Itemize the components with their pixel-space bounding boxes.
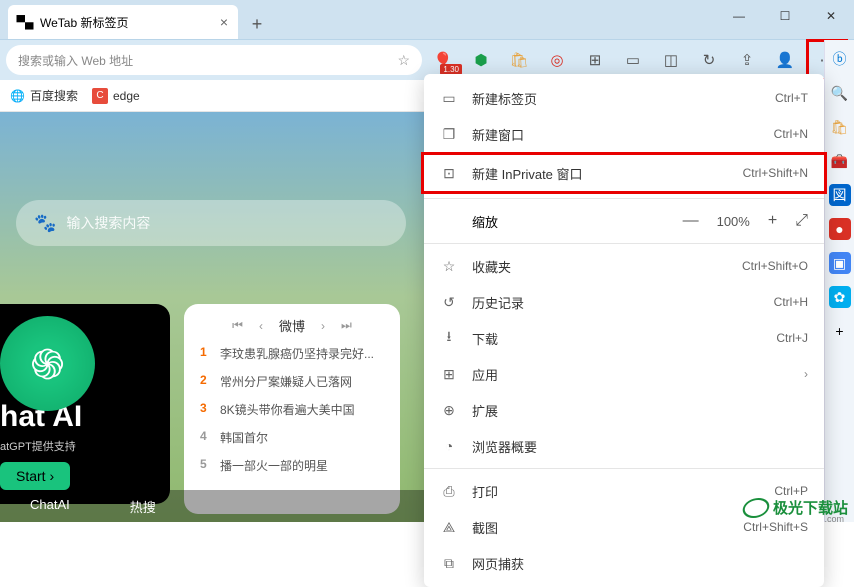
split-icon[interactable]: ◫ <box>654 43 688 77</box>
menu-separator <box>424 198 824 199</box>
puzzle-icon: ⊕ <box>440 401 458 419</box>
shop-icon[interactable]: 🛍 <box>829 116 851 138</box>
apps-icon: ⊞ <box>440 365 458 383</box>
list-item[interactable]: 1李玟患乳腺癌仍坚持录完好... <box>200 345 384 362</box>
close-window-button[interactable]: ✕ <box>808 0 854 32</box>
prev-icon[interactable]: ⏮ <box>232 318 243 333</box>
chatai-start-button[interactable]: Start › <box>0 462 70 490</box>
list-item[interactable]: 2常州分尸案嫌疑人已落网 <box>200 373 384 390</box>
app-icon[interactable]: 図 <box>829 184 851 206</box>
menu-separator <box>424 468 824 469</box>
address-bar[interactable]: 搜索或输入 Web 地址 ☆ <box>6 45 422 75</box>
app-icon[interactable]: ● <box>829 218 851 240</box>
target-icon[interactable]: ◎ <box>540 43 574 77</box>
list-item[interactable]: 38K镜头带你看遍大美中国 <box>200 401 384 418</box>
window-icon: ❐ <box>440 125 458 143</box>
browser-tab[interactable]: ▀▄ WeTab 新标签页 × <box>8 5 238 39</box>
back-icon[interactable]: ‹ <box>259 319 263 333</box>
balloon-icon[interactable]: 🎈1.30 <box>426 43 460 77</box>
weibo-list: 1李玟患乳腺癌仍坚持录完好... 2常州分尸案嫌疑人已落网 38K镜头带你看遍大… <box>200 345 384 474</box>
scissors-icon: ⟁ <box>440 518 458 536</box>
zoom-value: 100% <box>717 214 750 229</box>
add-icon[interactable]: + <box>829 320 851 342</box>
history-icon[interactable]: ↻ <box>692 43 726 77</box>
collections-icon[interactable]: ▭ <box>616 43 650 77</box>
shield-icon[interactable]: ⬢ <box>464 43 498 77</box>
bookmark-label: edge <box>113 89 140 103</box>
app-icon[interactable]: ▣ <box>829 252 851 274</box>
capture-icon: ⧉ <box>440 554 458 572</box>
close-icon[interactable]: × <box>220 14 228 30</box>
new-tab-button[interactable]: + <box>242 9 272 39</box>
fullscreen-icon[interactable]: ⤢ <box>795 212 808 230</box>
menu-favorites[interactable]: ☆ 收藏夹 Ctrl+Shift+O <box>424 248 824 284</box>
cart-icon[interactable]: 🛍 <box>502 43 536 77</box>
zoom-in-button[interactable]: + <box>768 212 777 230</box>
globe-icon: 🌐 <box>10 89 25 103</box>
blank-icon <box>440 212 458 230</box>
bookmark-item[interactable]: 🌐 百度搜索 <box>10 87 78 104</box>
chatai-card[interactable]: ֍ hat AI atGPT提供支持 Start › <box>0 304 170 504</box>
address-placeholder: 搜索或输入 Web 地址 <box>18 52 133 69</box>
list-item[interactable]: 4韩国首尔 <box>200 429 384 446</box>
edge-sidebar: ⓑ 🔍 🛍 🧰 図 ● ▣ ✿ + <box>824 40 854 522</box>
bing-icon[interactable]: ⓑ <box>829 48 851 70</box>
watermark: 极光下载站 <box>743 497 848 518</box>
history-icon: ↺ <box>440 293 458 311</box>
menu-essentials[interactable]: ◔ 浏览器概要 <box>424 428 824 464</box>
watermark-text: 极光下载站 <box>773 497 848 518</box>
menu-new-tab[interactable]: ▭ 新建标签页 Ctrl+T <box>424 80 824 116</box>
menu-zoom: 缩放 — 100% + ⤢ <box>424 203 824 239</box>
tab-icon: ▭ <box>440 89 458 107</box>
maximize-button[interactable]: ☐ <box>762 0 808 32</box>
watermark-logo-icon <box>740 498 771 518</box>
menu-history[interactable]: ↺ 历史记录 Ctrl+H <box>424 284 824 320</box>
weibo-title: 微博 <box>279 316 305 335</box>
download-icon: ⭳ <box>440 329 458 347</box>
favorite-star-icon[interactable]: ☆ <box>397 52 410 69</box>
weibo-header: ⏮ ‹ 微博 › ⏭ <box>200 316 384 335</box>
bookmark-item[interactable]: C edge <box>92 88 140 104</box>
chevron-right-icon: › <box>804 367 808 381</box>
openai-logo-icon: ֍ <box>0 316 95 411</box>
gauge-icon: ◔ <box>440 437 458 455</box>
share-icon[interactable]: ⇪ <box>730 43 764 77</box>
extensions-icon[interactable]: ⊞ <box>578 43 612 77</box>
menu-webcapture[interactable]: ⧉ 网页捕获 <box>424 545 824 581</box>
tools-icon[interactable]: 🧰 <box>829 150 851 172</box>
list-item[interactable]: 5播一部火一部的明星 <box>200 457 384 474</box>
edge-icon: C <box>92 88 108 104</box>
next-icon[interactable]: ⏭ <box>341 318 352 333</box>
search-placeholder: 输入搜索内容 <box>66 213 150 233</box>
menu-new-window[interactable]: ❐ 新建窗口 Ctrl+N <box>424 116 824 152</box>
menu-extensions[interactable]: ⊕ 扩展 <box>424 392 824 428</box>
print-icon: ⎙ <box>440 482 458 500</box>
inprivate-icon: ⊡ <box>440 164 458 182</box>
tab-favicon: ▀▄ <box>18 15 32 29</box>
window-controls: — ☐ ✕ <box>716 0 854 32</box>
nav-hotsearch[interactable]: 热搜 <box>100 490 186 522</box>
search-box[interactable]: 🐾 输入搜索内容 <box>16 200 406 246</box>
zoom-out-button[interactable]: — <box>683 212 699 230</box>
profile-icon[interactable]: 👤 <box>768 43 802 77</box>
paw-icon: 🐾 <box>34 213 56 234</box>
menu-apps[interactable]: ⊞ 应用 › <box>424 356 824 392</box>
menu-separator <box>424 243 824 244</box>
highlight-inprivate: ⊡ 新建 InPrivate 窗口 Ctrl+Shift+N <box>421 152 827 194</box>
tab-title: WeTab 新标签页 <box>40 14 128 31</box>
minimize-button[interactable]: — <box>716 0 762 32</box>
menu-new-inprivate[interactable]: ⊡ 新建 InPrivate 窗口 Ctrl+Shift+N <box>424 155 824 191</box>
weibo-card: ⏮ ‹ 微博 › ⏭ 1李玟患乳腺癌仍坚持录完好... 2常州分尸案嫌疑人已落网… <box>184 304 400 514</box>
star-icon: ☆ <box>440 257 458 275</box>
app-icon[interactable]: ✿ <box>829 286 851 308</box>
bookmark-label: 百度搜索 <box>30 87 78 104</box>
menu-downloads[interactable]: ⭳ 下载 Ctrl+J <box>424 320 824 356</box>
forward-icon[interactable]: › <box>321 319 325 333</box>
nav-chatai[interactable]: ChatAI <box>0 490 100 522</box>
search-icon[interactable]: 🔍 <box>829 82 851 104</box>
chatai-subtitle: atGPT提供支持 <box>0 438 160 454</box>
